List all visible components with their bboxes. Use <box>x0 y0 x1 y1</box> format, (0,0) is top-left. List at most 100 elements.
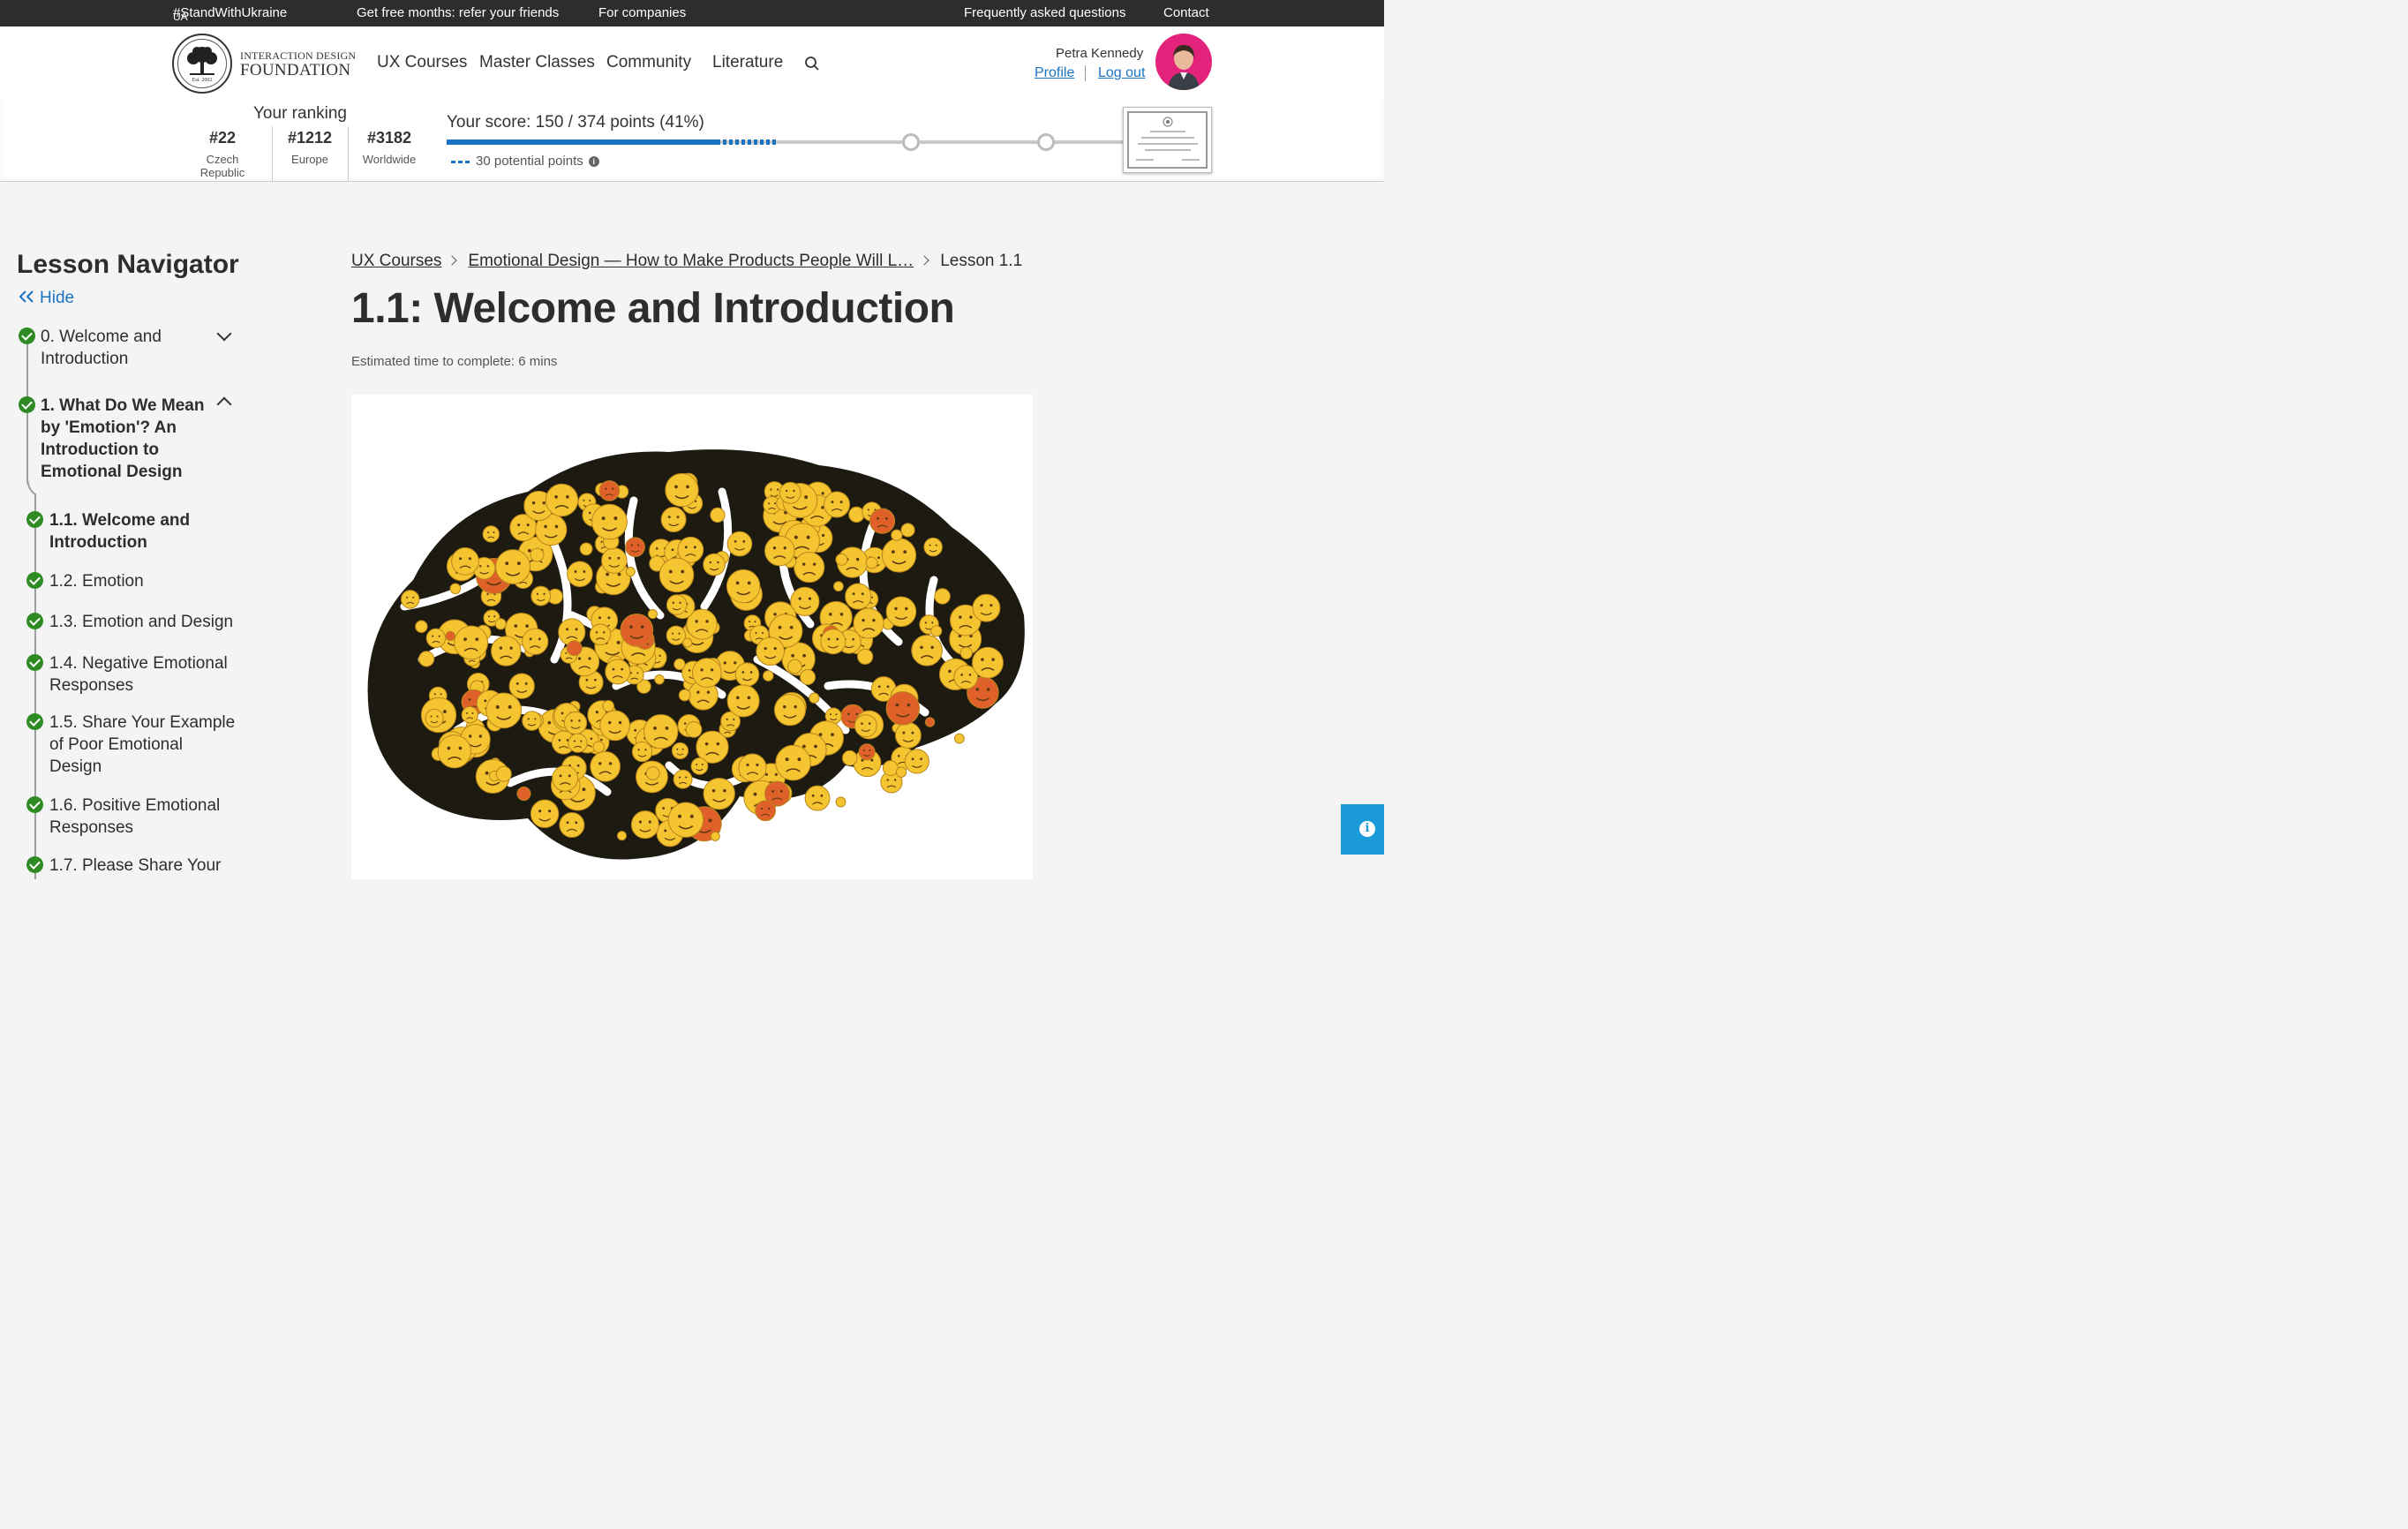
emoji-face <box>482 525 500 543</box>
emoji-face <box>835 796 847 808</box>
page-title: 1.1: Welcome and Introduction <box>351 285 955 332</box>
faq-link[interactable]: Frequently asked questions <box>964 5 1125 20</box>
emoji-face <box>645 766 660 780</box>
emoji-face <box>972 646 1004 679</box>
for-companies-link[interactable]: For companies <box>598 5 686 20</box>
emoji-face <box>710 831 720 841</box>
emoji-face <box>895 766 907 778</box>
emoji-face <box>865 556 878 569</box>
search-icon[interactable] <box>804 56 820 72</box>
emoji-face <box>425 628 447 649</box>
nav-ux-courses[interactable]: UX Courses <box>377 53 467 72</box>
chevron-down-icon[interactable] <box>216 326 232 342</box>
emoji-face <box>495 765 512 782</box>
emoji-face <box>885 691 921 726</box>
emoji-face <box>930 625 943 637</box>
hide-navigator-link[interactable]: Hide <box>19 289 74 308</box>
emoji-face <box>418 651 435 667</box>
double-chevron-left-icon <box>19 290 34 303</box>
certificate-seal-icon <box>1163 117 1173 127</box>
emoji-face <box>591 503 628 540</box>
ixdf-logo[interactable]: Est. 2002 <box>172 34 232 94</box>
breadcrumb: UX Courses Emotional Design — How to Make… <box>351 252 1022 271</box>
emoji-face <box>401 590 420 609</box>
emoji-face <box>854 714 877 738</box>
timeline-branch <box>26 477 36 498</box>
lesson-item-current[interactable]: 1.1. Welcome and Introduction <box>49 509 217 554</box>
certificate-line <box>1182 159 1200 161</box>
completed-check-icon <box>26 654 43 671</box>
emoji-face <box>809 692 820 704</box>
emoji-face <box>522 711 542 731</box>
logo-est: Est. 2002 <box>192 78 213 83</box>
certificate-line <box>1145 149 1191 151</box>
emoji-face <box>461 706 478 724</box>
emoji-face <box>485 692 523 729</box>
emoji-face <box>738 753 767 782</box>
emoji-face <box>566 640 583 657</box>
nav-community[interactable]: Community <box>606 53 691 72</box>
emoji-face <box>953 733 965 744</box>
certificate-line <box>1136 159 1154 161</box>
score-progress-fill <box>447 139 720 145</box>
emoji-face <box>775 744 811 781</box>
emoji-face <box>647 608 658 620</box>
navigator-timeline <box>34 494 36 879</box>
help-button[interactable]: i <box>1341 804 1384 855</box>
emoji-face <box>959 646 973 659</box>
emoji-face <box>425 708 444 728</box>
referral-link[interactable]: Get free months: refer your friends <box>357 5 559 20</box>
emoji-face <box>666 594 688 615</box>
emoji-brain-illustration <box>367 449 1025 860</box>
nav-literature[interactable]: Literature <box>712 53 783 72</box>
logout-link[interactable]: Log out <box>1098 65 1145 81</box>
emoji-face <box>853 607 884 639</box>
rank-country-label: Czech Republic <box>199 153 245 179</box>
emoji-face <box>531 585 552 606</box>
emoji-face <box>559 812 585 839</box>
lesson-item[interactable]: 1.5. Share Your Example of Poor Emotiona… <box>49 712 239 778</box>
emoji-face <box>841 749 858 766</box>
emoji-face <box>602 700 615 712</box>
emoji-face <box>848 506 865 523</box>
section-item[interactable]: 1. What Do We Mean by 'Emotion'? An Intr… <box>41 395 217 483</box>
certificate-thumbnail[interactable] <box>1123 107 1212 173</box>
chevron-up-icon[interactable] <box>216 396 232 412</box>
emoji-face <box>667 802 704 838</box>
emoji-face <box>599 710 631 742</box>
avatar[interactable] <box>1155 34 1212 90</box>
lesson-item[interactable]: 1.7. Please Share Your <box>49 855 239 877</box>
profile-link[interactable]: Profile <box>1035 65 1074 81</box>
emoji-face <box>451 546 479 576</box>
breadcrumb-link[interactable]: Emotional Design — How to Make Products … <box>468 252 914 270</box>
nav-master-classes[interactable]: Master Classes <box>479 53 595 72</box>
breadcrumb-link[interactable]: UX Courses <box>351 252 441 270</box>
emoji-face <box>598 480 621 501</box>
rank-world-label: Worldwide <box>362 153 417 166</box>
emoji-face <box>567 561 593 588</box>
emoji-face <box>579 542 593 556</box>
section-item[interactable]: 0. Welcome and Introduction <box>41 326 204 370</box>
rank-country-value: #22 <box>208 129 237 147</box>
emoji-face <box>516 787 531 802</box>
emoji-face <box>726 569 761 604</box>
lesson-item[interactable]: 1.4. Negative Emotional Responses <box>49 652 239 697</box>
lesson-item[interactable]: 1.2. Emotion <box>49 570 244 592</box>
lesson-item[interactable]: 1.3. Emotion and Design <box>49 611 244 633</box>
emoji-face <box>845 583 872 610</box>
emoji-face <box>665 472 699 508</box>
emoji-face <box>530 547 545 562</box>
brand-name[interactable]: INTERACTION DESIGN FOUNDATION <box>240 49 356 80</box>
hide-label: Hide <box>40 289 75 307</box>
emoji-face <box>726 684 760 718</box>
contact-link[interactable]: Contact <box>1163 5 1209 20</box>
estimated-time: Estimated time to complete: 6 mins <box>351 354 558 369</box>
ukraine-label: #StandWithUkraine <box>173 5 288 20</box>
emoji-face <box>563 711 588 735</box>
stand-with-ukraine-link[interactable]: UA #StandWithUkraine <box>173 5 288 23</box>
hero-image <box>351 395 1033 879</box>
emoji-face <box>568 733 588 753</box>
lesson-item[interactable]: 1.6. Positive Emotional Responses <box>49 795 239 839</box>
emoji-face <box>671 742 689 760</box>
info-icon[interactable]: i <box>588 156 599 168</box>
